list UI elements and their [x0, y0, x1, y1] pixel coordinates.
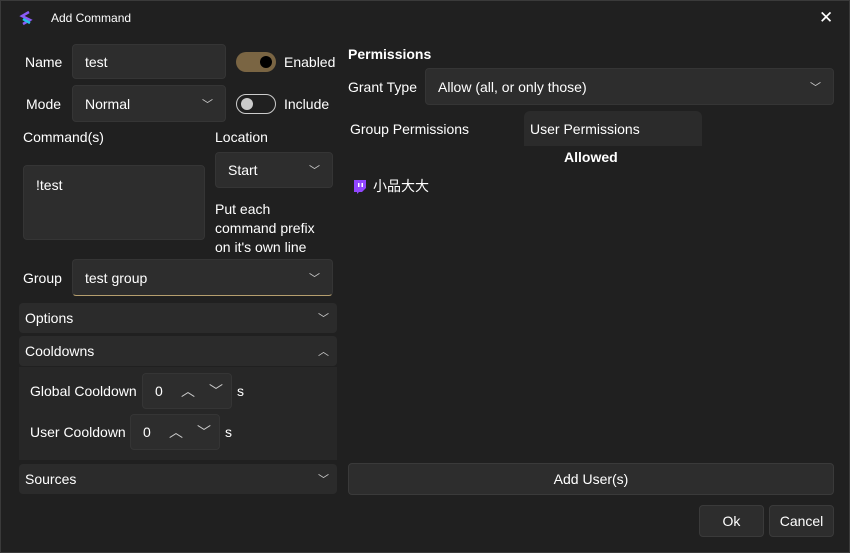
increment-icon[interactable]: ︿ [181, 381, 195, 401]
tab-group-permissions[interactable]: Group Permissions [350, 121, 469, 137]
ok-button[interactable]: Ok [699, 505, 764, 537]
grant-type-select[interactable]: Allow (all, or only those) ﹀ [425, 68, 834, 105]
tab-user-permissions[interactable]: User Permissions [524, 111, 702, 146]
name-label: Name [25, 54, 63, 70]
cooldowns-section[interactable]: Cooldowns ︿ [19, 336, 337, 366]
mode-label: Mode [26, 96, 62, 112]
location-label: Location [215, 129, 268, 145]
global-cooldown-unit: s [237, 383, 244, 399]
global-cooldown-input[interactable]: 0 ︿ ﹀ [142, 373, 232, 409]
user-cooldown-input[interactable]: 0 ︿ ﹀ [130, 414, 220, 450]
enabled-label: Enabled [284, 54, 336, 70]
commands-textarea[interactable]: !test [23, 165, 205, 240]
allowed-column-header: Allowed [564, 149, 618, 165]
twitch-icon [354, 179, 366, 194]
user-list-item[interactable]: 小品大大 [353, 176, 429, 196]
sources-section[interactable]: Sources ﹀ [19, 464, 337, 494]
user-name: 小品大大 [373, 178, 429, 194]
decrement-icon[interactable]: ﹀ [197, 422, 211, 442]
close-button[interactable]: ✕ [819, 8, 833, 28]
user-cooldown-unit: s [225, 424, 232, 440]
group-value: test group [85, 269, 148, 286]
cancel-button[interactable]: Cancel [769, 505, 834, 537]
name-input[interactable]: test [72, 44, 226, 79]
grant-type-value: Allow (all, or only those) [438, 78, 587, 95]
include-label: Include [284, 96, 330, 112]
chevron-down-icon: ﹀ [309, 272, 320, 285]
user-cooldown-value: 0 [143, 424, 151, 440]
cancel-label: Cancel [779, 513, 824, 529]
group-select[interactable]: test group ﹀ [72, 259, 333, 296]
chevron-up-icon: ︿ [318, 346, 329, 358]
location-value: Start [228, 162, 258, 178]
options-section[interactable]: Options ﹀ [19, 303, 337, 333]
group-label: Group [23, 270, 62, 286]
add-users-button[interactable]: Add User(s) [348, 463, 834, 495]
increment-icon[interactable]: ︿ [169, 422, 183, 442]
add-users-label: Add User(s) [553, 471, 629, 487]
location-select[interactable]: Start ﹀ [215, 152, 333, 188]
chevron-down-icon: ﹀ [202, 98, 213, 111]
tab-label: User Permissions [530, 121, 640, 137]
commands-value: !test [36, 177, 63, 193]
mode-select[interactable]: Normal ﹀ [72, 85, 226, 122]
permissions-title: Permissions [348, 46, 432, 62]
chevron-down-icon: ﹀ [318, 313, 329, 325]
grant-type-label: Grant Type [348, 79, 418, 95]
commands-label: Command(s) [23, 129, 104, 145]
decrement-icon[interactable]: ﹀ [209, 381, 223, 401]
chevron-down-icon: ﹀ [318, 474, 329, 486]
window-title: Add Command [51, 11, 132, 25]
mode-value: Normal [85, 95, 131, 112]
options-label: Options [25, 310, 74, 326]
name-value: test [85, 53, 108, 70]
command-hint: Put each command prefix on it's own line [215, 201, 315, 255]
chevron-down-icon: ﹀ [309, 165, 320, 177]
chevron-down-icon: ﹀ [810, 81, 821, 94]
ok-label: Ok [722, 513, 741, 529]
app-logo-icon [19, 10, 33, 26]
user-cooldown-label: User Cooldown [30, 424, 126, 440]
global-cooldown-label: Global Cooldown [30, 383, 137, 399]
include-toggle[interactable] [236, 94, 276, 114]
enabled-toggle[interactable] [236, 52, 276, 72]
sources-label: Sources [25, 471, 77, 487]
global-cooldown-value: 0 [155, 383, 163, 399]
cooldowns-label: Cooldowns [25, 343, 95, 359]
